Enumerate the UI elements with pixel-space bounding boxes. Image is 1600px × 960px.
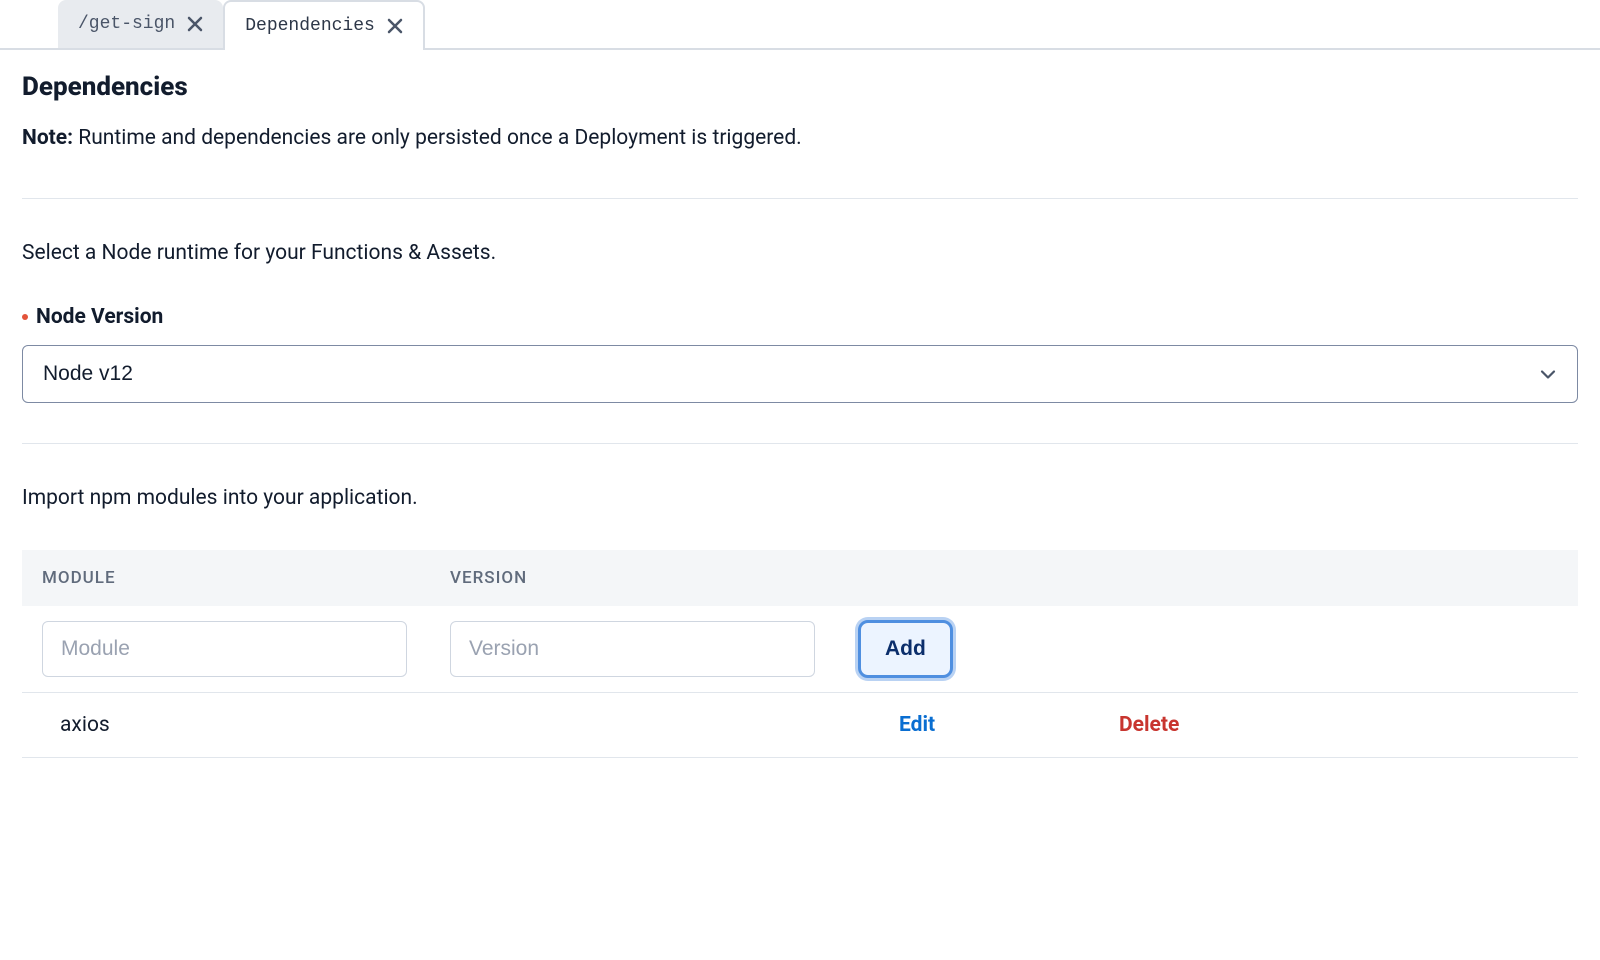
close-icon[interactable] [387, 18, 403, 34]
tabs-bar: /get-sign Dependencies [0, 0, 1600, 50]
add-button[interactable]: Add [858, 620, 953, 678]
field-label-row: Node Version [22, 305, 1578, 329]
note-line: Note: Runtime and dependencies are only … [22, 126, 1578, 150]
page-title: Dependencies [22, 72, 1578, 102]
divider [22, 443, 1578, 444]
table-row: axios Edit Delete [22, 693, 1578, 758]
column-header-module: MODULE [42, 568, 450, 588]
tab-label: /get-sign [78, 14, 175, 34]
tab-get-sign[interactable]: /get-sign [58, 0, 223, 48]
required-dot-icon [22, 314, 28, 320]
column-header-version: VERSION [450, 568, 858, 588]
tab-label: Dependencies [245, 16, 375, 36]
close-icon[interactable] [187, 16, 203, 32]
version-input[interactable] [450, 621, 815, 677]
node-version-select-wrap: Node v12 [22, 345, 1578, 403]
note-label: Note: [22, 126, 73, 150]
module-input[interactable] [42, 621, 407, 677]
import-description: Import npm modules into your application… [22, 486, 1578, 510]
edit-button[interactable]: Edit [876, 713, 935, 737]
table-input-row: Add [22, 606, 1578, 693]
node-version-select[interactable]: Node v12 [22, 345, 1578, 403]
tab-dependencies[interactable]: Dependencies [223, 0, 425, 50]
modules-table: MODULE VERSION Add axios Edit Del [22, 550, 1578, 758]
table-header: MODULE VERSION [22, 550, 1578, 606]
delete-button[interactable]: Delete [1096, 713, 1179, 737]
module-name: axios [60, 713, 468, 737]
runtime-description: Select a Node runtime for your Functions… [22, 241, 1578, 265]
node-version-label: Node Version [36, 305, 163, 329]
divider [22, 198, 1578, 199]
note-text: Runtime and dependencies are only persis… [78, 126, 801, 150]
content-area: Dependencies Note: Runtime and dependenc… [0, 50, 1600, 780]
